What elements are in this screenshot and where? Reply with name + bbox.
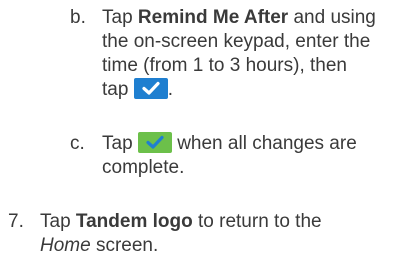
step-c-text: Tap when all changes are complete. — [102, 132, 357, 178]
home-label: Home — [40, 235, 91, 256]
step-c-marker: c. — [70, 133, 85, 154]
step-7-marker: 7. — [8, 211, 24, 232]
checkmark-icon — [137, 132, 172, 153]
remind-me-after-label: Remind Me After — [137, 7, 289, 28]
checkmark-icon — [133, 78, 168, 99]
tandem-logo-label: Tandem logo — [75, 211, 193, 232]
step-7-text: Tap Tandem logo to return to the Home sc… — [40, 211, 322, 256]
step-b-marker: b. — [70, 7, 86, 28]
step-b-text: Tap Remind Me After and using the on-scr… — [102, 7, 376, 100]
